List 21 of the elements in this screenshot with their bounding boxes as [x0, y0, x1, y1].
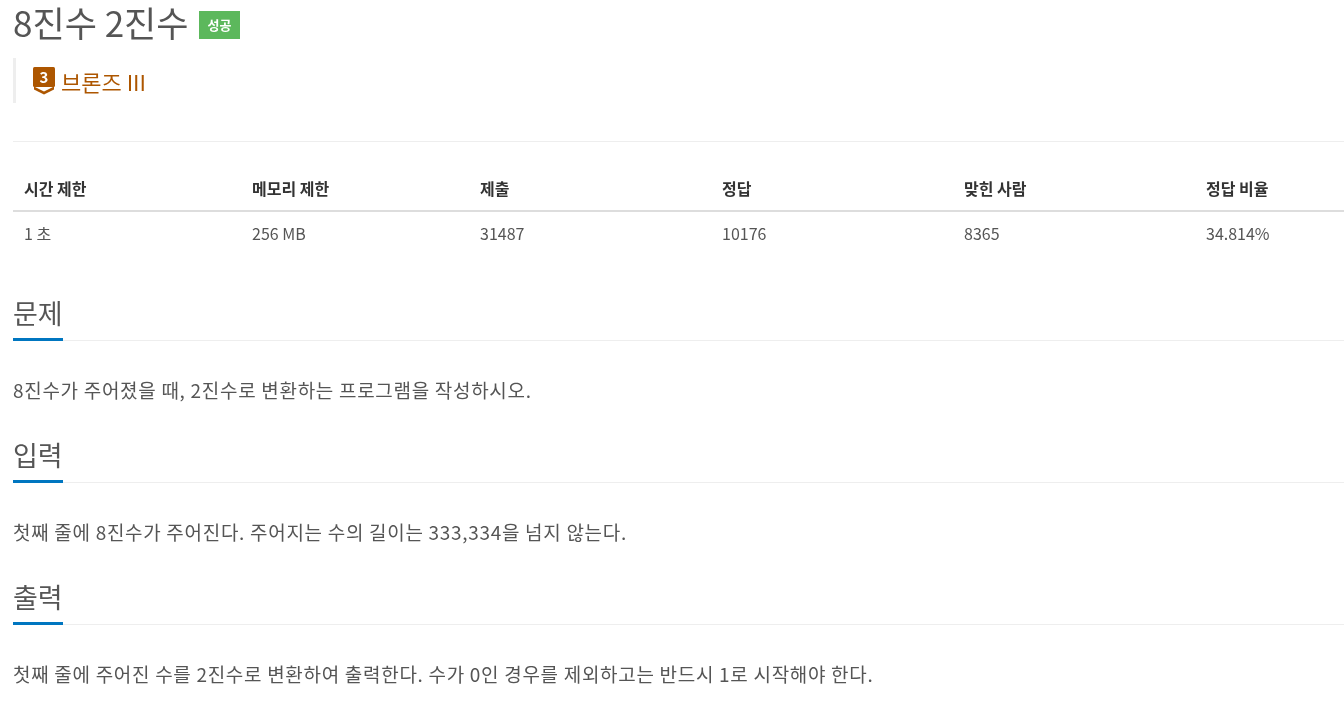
result-label: 성공 — [198, 11, 241, 39]
table-cell: 10176 — [711, 211, 953, 254]
section-text: 첫째 줄에 주어진 수를 2진수로 변환하여 출력한다. 수가 0인 경우를 제외하고는 반드시 1로 시작해야 한다. — [13, 662, 875, 686]
section-title: 출력 — [13, 582, 63, 625]
column-header: 정답 비율 — [1195, 166, 1344, 211]
section-text: 첫째 줄에 8진수가 주어진다. 주어지는 수의 길이는 333,334을 넘지 않는다. — [13, 520, 628, 544]
column-header: 정답 — [711, 166, 953, 211]
table-cell: 256 MB — [241, 211, 469, 254]
column-header: 시간 제한 — [13, 166, 241, 211]
tier-name[interactable]: 브론즈 III — [61, 67, 146, 94]
column-header: 제출 — [469, 166, 711, 211]
table-cell: 34.814% — [1195, 211, 1344, 254]
table-cell: 31487 — [469, 211, 711, 254]
problem-title: 8진수 2진수 — [13, 2, 189, 42]
column-header: 메모리 제한 — [241, 166, 469, 211]
table-cell: 8365 — [953, 211, 1195, 254]
column-header: 맞힌 사람 — [953, 166, 1195, 211]
section-text: 8진수가 주어졌을 때, 2진수로 변환하는 프로그램을 작성하시오. — [13, 378, 533, 402]
section-title: 입력 — [13, 440, 63, 483]
section-title: 문제 — [13, 298, 63, 341]
table-cell: 1 초 — [13, 211, 241, 254]
